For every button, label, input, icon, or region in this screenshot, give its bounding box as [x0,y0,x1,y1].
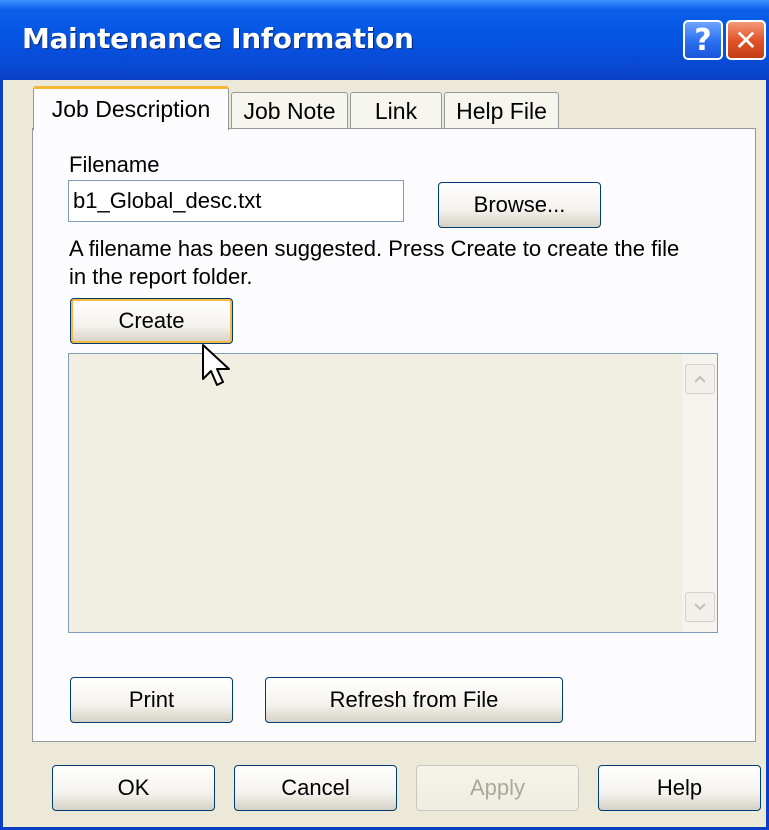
scroll-up-button[interactable] [685,364,715,394]
help-button[interactable]: Help [598,765,761,811]
tab-job-note[interactable]: Job Note [231,92,348,129]
tab-label: Link [374,97,418,124]
filename-input[interactable]: b1_Global_desc.txt [68,180,404,222]
tab-job-description[interactable]: Job Description [33,86,229,130]
close-title-button[interactable]: ✕ [726,20,766,60]
create-button-label: Create [118,308,185,333]
tab-label: Job Description [51,96,211,122]
memo-scrollbar[interactable] [681,354,717,632]
refresh-button-label: Refresh from File [329,687,499,712]
browse-button-label: Browse... [473,192,566,217]
browse-button[interactable]: Browse... [438,182,601,228]
window-title: Maintenance Information [22,22,414,55]
ok-button[interactable]: OK [52,765,215,811]
help-button-label: Help [656,775,703,800]
scroll-down-button[interactable] [685,592,715,622]
create-button[interactable]: Create [70,298,233,344]
chevron-up-icon [693,371,707,387]
description-memo[interactable] [68,353,718,633]
mouse-pointer-icon [200,343,234,394]
close-icon: ✕ [734,23,758,57]
tab-help-file[interactable]: Help File [444,92,559,129]
help-title-button[interactable]: ? [683,20,723,60]
apply-button[interactable]: Apply [416,765,579,811]
filename-value: b1_Global_desc.txt [73,188,262,213]
apply-button-label: Apply [469,775,526,800]
tab-label: Job Note [243,97,336,124]
chevron-down-icon [693,599,707,615]
print-button[interactable]: Print [70,677,233,723]
cancel-button-label: Cancel [281,775,350,800]
title-bar[interactable]: Maintenance Information ? ✕ [0,0,769,80]
ok-button-label: OK [117,775,150,800]
refresh-from-file-button[interactable]: Refresh from File [265,677,563,723]
tab-link[interactable]: Link [350,92,442,129]
maintenance-dialog: Maintenance Information ? ✕ Job Descript… [0,0,769,830]
tab-label: Help File [456,97,547,124]
cancel-button[interactable]: Cancel [234,765,397,811]
print-button-label: Print [128,687,175,712]
help-icon: ? [694,22,712,58]
